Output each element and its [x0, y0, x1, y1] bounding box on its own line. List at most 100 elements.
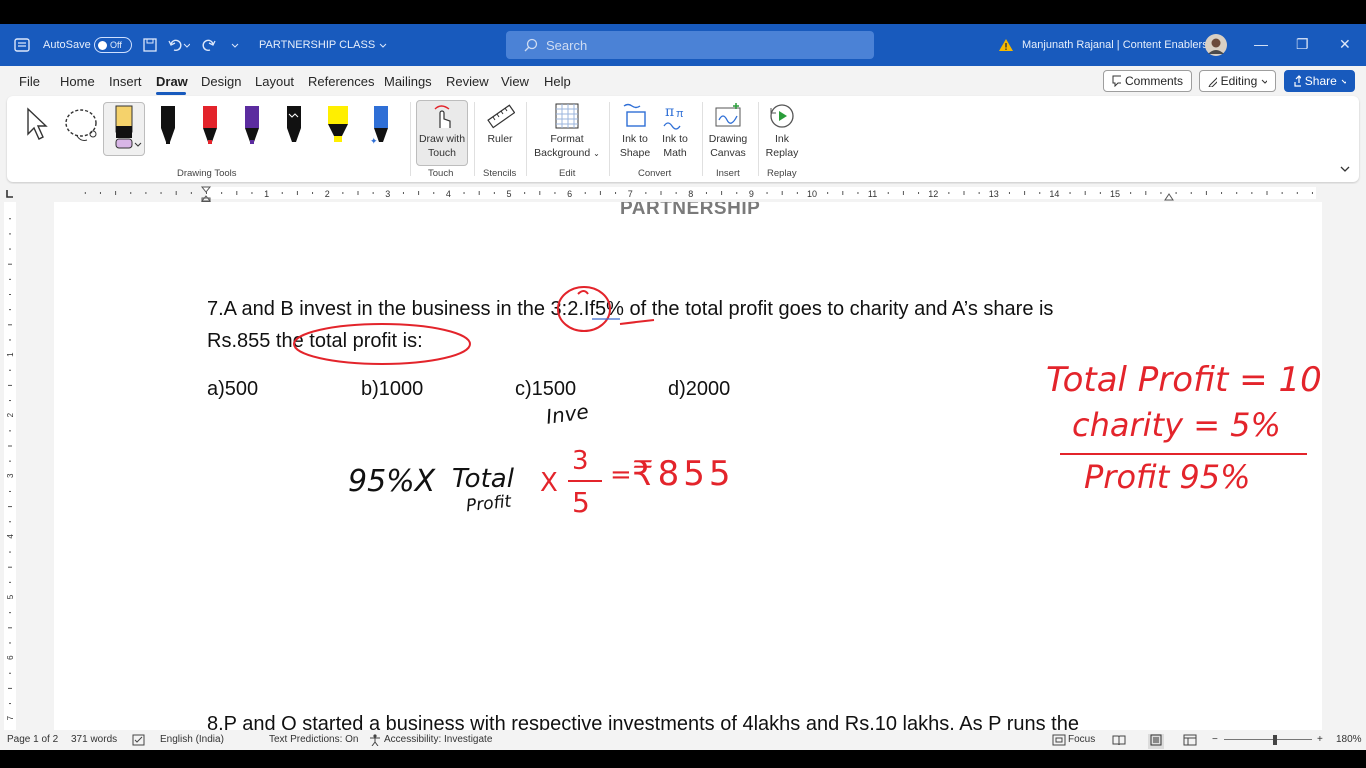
zoom-in-icon[interactable]: + — [1317, 734, 1323, 745]
ruler-tick — [1221, 192, 1223, 194]
word-count[interactable]: 371 words — [71, 734, 117, 745]
group-label-stencils: Stencils — [483, 168, 517, 179]
ruler-tick — [721, 191, 723, 195]
red-pen-tool[interactable] — [199, 104, 221, 150]
vertical-ruler-tick — [9, 400, 11, 402]
vertical-ruler-number: 2 — [6, 412, 15, 417]
save-icon[interactable] — [143, 24, 157, 66]
draw-with-touch-button[interactable]: Draw with Touch — [416, 100, 468, 166]
menu-design[interactable]: Design — [201, 74, 241, 89]
svg-text:π: π — [665, 104, 674, 120]
redo-icon[interactable] — [201, 24, 217, 66]
ink-to-math-button[interactable]: ππ Ink to Math — [658, 102, 692, 160]
customize-qat-icon[interactable] — [230, 24, 240, 66]
maximize-icon[interactable]: ❐ — [1296, 36, 1309, 53]
ruler-tick — [705, 192, 707, 194]
galaxy-pen-tool[interactable]: ✦ — [369, 104, 393, 150]
ruler-button[interactable]: Ruler — [484, 102, 516, 146]
eraser-tool[interactable] — [103, 102, 145, 156]
search-placeholder: Search — [546, 37, 588, 53]
red-pen-icon — [203, 106, 217, 144]
ruler-number: 9 — [749, 189, 754, 199]
ruler-tick — [1296, 192, 1298, 194]
search-box[interactable]: Search — [506, 31, 874, 59]
ruler-tick — [1099, 192, 1101, 194]
black-pen-tool[interactable] — [157, 104, 179, 150]
group-label-insert: Insert — [716, 168, 740, 179]
pencil-tool[interactable] — [283, 104, 305, 150]
accessibility-status[interactable]: Accessibility: Investigate — [384, 734, 492, 745]
menu-draw[interactable]: Draw — [156, 74, 188, 89]
ruler-number: 7 — [628, 189, 633, 199]
select-arrow-icon — [27, 107, 48, 140]
hw-side-line-1: Total Profit = 100% — [1046, 360, 1322, 400]
editing-button[interactable]: Editing — [1199, 70, 1276, 92]
hw-side-line-3: Profit 95% — [1084, 458, 1251, 496]
separator — [609, 102, 610, 176]
lasso-tool[interactable] — [63, 106, 103, 148]
ink-to-shape-button[interactable]: Ink to Shape — [618, 102, 652, 160]
menu-help[interactable]: Help — [544, 74, 571, 89]
vertical-ruler-tick — [9, 642, 11, 644]
vertical-ruler-tick — [9, 521, 11, 523]
ink-replay-button[interactable]: Ink Replay — [764, 102, 800, 160]
share-button[interactable]: Share — [1284, 70, 1355, 92]
ruler-number: 2 — [325, 189, 330, 199]
autosave-toggle[interactable]: Off — [94, 24, 132, 66]
purple-pen-tool[interactable] — [241, 104, 263, 150]
menu-references[interactable]: References — [308, 74, 374, 89]
proofing-icon[interactable] — [132, 734, 146, 749]
tab-selector-icon — [6, 190, 13, 198]
document-page[interactable]: PARTNERSHIP 7.A and B invest in the busi… — [54, 202, 1322, 740]
ruler-tick — [1266, 191, 1268, 195]
collapse-ribbon-icon[interactable] — [1339, 162, 1351, 180]
menu-view[interactable]: View — [501, 74, 529, 89]
vertical-ruler-tick — [9, 490, 11, 492]
drawing-canvas-button[interactable]: Drawing Canvas — [708, 102, 748, 160]
zoom-out-icon[interactable]: − — [1212, 734, 1218, 745]
menu-file[interactable]: File — [19, 74, 40, 89]
print-layout-icon[interactable] — [1148, 734, 1164, 749]
menu-insert[interactable]: Insert — [109, 74, 142, 89]
black-pen-icon — [161, 106, 175, 144]
ruler-tick — [236, 191, 238, 195]
close-icon[interactable]: ✕ — [1339, 36, 1351, 53]
menu-home[interactable]: Home — [60, 74, 95, 89]
highlighter-tool[interactable] — [325, 104, 351, 150]
menu-review[interactable]: Review — [446, 74, 489, 89]
format-background-button[interactable]: Format Background ⌄ — [533, 102, 601, 161]
accessibility-icon[interactable] — [369, 734, 381, 749]
warning-icon[interactable] — [998, 24, 1014, 66]
language[interactable]: English (India) — [160, 734, 224, 745]
web-layout-icon[interactable] — [1183, 734, 1197, 749]
horizontal-ruler[interactable]: 1 2 3 4 5 6 7 8 9 10 11 12 13 14 15 — [0, 184, 1366, 203]
page-count[interactable]: Page 1 of 2 — [7, 734, 58, 745]
ruler-number: 11 — [868, 189, 877, 199]
avatar[interactable] — [1205, 24, 1227, 66]
text-predictions[interactable]: Text Predictions: On — [269, 734, 358, 745]
focus-button[interactable]: Focus — [1068, 734, 1095, 745]
user-name[interactable]: Manjunath Rajanal | Content Enablers — [1022, 24, 1208, 66]
zoom-level[interactable]: 180% — [1336, 734, 1362, 745]
comments-button[interactable]: Comments — [1103, 70, 1192, 92]
menu-layout[interactable]: Layout — [255, 74, 294, 89]
select-tool[interactable] — [23, 106, 53, 144]
format-background-label-1: Format — [550, 133, 584, 145]
ribbon: ✦ Drawing Tools Draw with Touch Touch Ru… — [7, 96, 1359, 182]
zoom-slider-thumb[interactable] — [1273, 735, 1277, 745]
menu-mailings[interactable]: Mailings — [384, 74, 432, 89]
minimize-icon[interactable]: — — [1254, 36, 1268, 52]
zoom-slider-track[interactable] — [1224, 739, 1312, 740]
vertical-ruler[interactable]: 1 2 3 4 5 6 7 — [4, 202, 16, 732]
undo-icon[interactable] — [168, 24, 190, 66]
vertical-ruler-number: 5 — [6, 594, 15, 599]
group-label-edit: Edit — [559, 168, 576, 179]
document-name[interactable]: PARTNERSHIP CLASS — [259, 24, 388, 66]
ruler-tick — [857, 192, 859, 194]
ruler-tick — [1084, 191, 1086, 195]
read-mode-icon[interactable] — [1112, 734, 1126, 749]
ruler-number: 1 — [264, 189, 269, 199]
ruler-tick — [296, 191, 298, 195]
focus-icon[interactable] — [1052, 734, 1066, 749]
ruler-number: 15 — [1110, 189, 1120, 199]
